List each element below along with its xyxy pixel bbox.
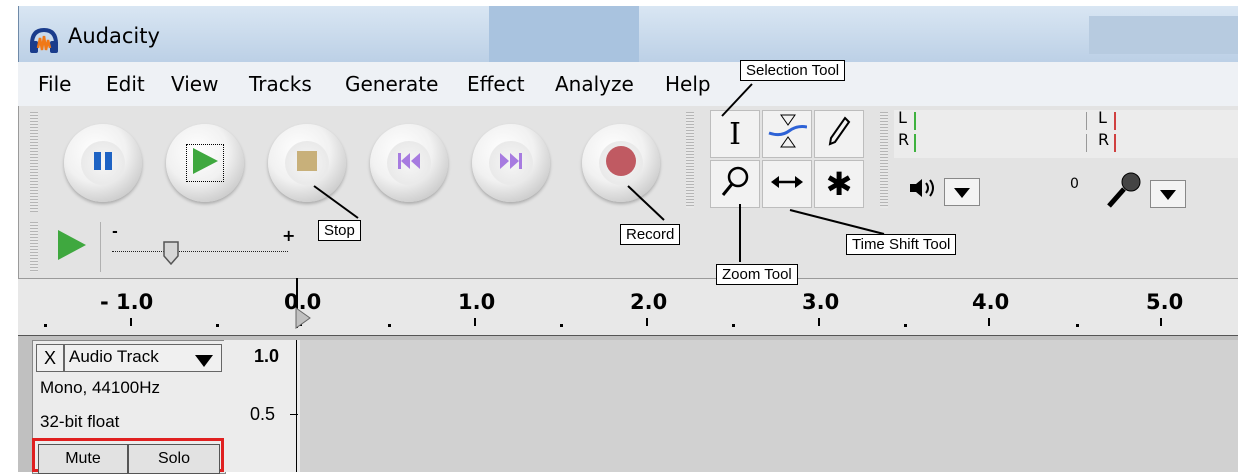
record-meter-left-label: L [1098, 108, 1107, 127]
skip-end-icon [499, 151, 523, 175]
chevron-down-icon [954, 183, 970, 202]
mute-button[interactable]: Mute [38, 444, 128, 474]
envelope-tool-icon [767, 111, 808, 158]
pause-icon [92, 150, 114, 176]
skip-to-end-button[interactable] [472, 124, 550, 202]
close-icon: X [43, 347, 56, 368]
pause-button[interactable] [64, 124, 142, 202]
playback-meter-right-label: R [898, 130, 910, 149]
callout-zoom-tool: Zoom Tool [716, 264, 798, 285]
tools-grip[interactable] [686, 112, 694, 208]
ruler-label: 3.0 [802, 290, 840, 314]
menu-tracks[interactable]: Tracks [249, 72, 312, 96]
multi-tool-button[interactable]: ✱ [814, 160, 864, 208]
menu-help[interactable]: Help [665, 72, 711, 96]
meter-zero-label: 0 [1070, 176, 1079, 192]
speed-slider-track [100, 222, 301, 272]
time-shift-tool-icon [770, 169, 804, 199]
ruler-label: - 1.0 [100, 290, 154, 314]
zoom-tool-icon [720, 165, 750, 204]
solo-label: Solo [157, 450, 191, 467]
meter-grip[interactable] [880, 112, 888, 208]
mute-label: Mute [65, 450, 101, 467]
stop-button[interactable] [268, 124, 346, 202]
microphone-icon [1104, 170, 1142, 214]
track-bitdepth: 32-bit float [40, 412, 120, 431]
record-icon [605, 145, 637, 181]
output-device-dropdown[interactable] [944, 178, 980, 206]
callout-record: Record [620, 224, 681, 245]
menu-effect[interactable]: Effect [467, 72, 525, 96]
transport-grip[interactable] [30, 112, 38, 212]
speed-plus-label: + [282, 226, 296, 245]
menu-edit[interactable]: Edit [106, 72, 145, 96]
speed-slider-thumb[interactable] [162, 240, 180, 270]
skip-start-icon [397, 151, 421, 175]
play-icon [190, 146, 220, 180]
playback-meter-left-label: L [898, 108, 907, 127]
callout-time-shift-tool: Time Shift Tool [846, 234, 957, 255]
menu-view[interactable]: View [171, 72, 218, 96]
speaker-icon [908, 176, 938, 204]
skip-to-start-button[interactable] [370, 124, 448, 202]
audacity-logo-icon [28, 26, 60, 58]
callout-selection-tool: Selection Tool [740, 60, 846, 81]
menu-file[interactable]: File [38, 72, 71, 96]
menu-generate[interactable]: Generate [345, 72, 438, 96]
record-button[interactable] [582, 124, 660, 202]
close-track-button[interactable]: X [36, 344, 64, 372]
draw-tool-button[interactable] [814, 110, 864, 158]
scale-axis-line [296, 340, 297, 472]
track-name-menu[interactable]: Audio Track [64, 344, 222, 372]
play-button[interactable] [166, 124, 244, 202]
track-format: Mono, 44100Hz [40, 378, 161, 397]
playback-meter-left [914, 112, 1087, 130]
speed-slider-line [112, 251, 288, 252]
play-at-speed-grip[interactable] [30, 222, 38, 272]
callout-stop: Stop [318, 220, 361, 241]
ruler-label: 1.0 [458, 290, 496, 314]
chevron-down-icon [195, 352, 213, 371]
time-shift-tool-button[interactable] [762, 160, 812, 208]
record-meter-left [1114, 112, 1238, 130]
zoom-tool-button[interactable] [710, 160, 760, 208]
chevron-down-icon [1160, 185, 1176, 204]
envelope-tool-button[interactable] [762, 110, 812, 158]
scale-mid-label: 0.5 [250, 404, 276, 424]
record-meter-right [1114, 134, 1238, 152]
record-meter-right-label: R [1098, 130, 1110, 149]
selection-tool-button[interactable]: I [710, 110, 760, 158]
title-bar [18, 6, 1238, 62]
timeline-ruler[interactable] [18, 278, 1238, 337]
ruler-label: 2.0 [630, 290, 668, 314]
draw-tool-icon [827, 115, 851, 153]
selection-tool-icon: I [729, 116, 741, 152]
track-name: Audio Track [69, 347, 159, 366]
speed-minus-label: - [112, 224, 118, 240]
playback-meter-right [914, 134, 1087, 152]
window-title: Audacity [68, 24, 160, 48]
input-device-dropdown[interactable] [1150, 180, 1186, 208]
solo-button[interactable]: Solo [128, 444, 220, 474]
scale-top-label: 1.0 [254, 346, 280, 366]
menu-analyze[interactable]: Analyze [555, 72, 634, 96]
ruler-label: 4.0 [972, 290, 1010, 314]
multi-tool-icon: ✱ [825, 165, 853, 203]
waveform-area[interactable] [300, 340, 1238, 472]
playhead-marker-icon[interactable] [294, 306, 312, 334]
play-at-speed-icon[interactable] [56, 228, 88, 266]
ruler-label: 5.0 [1146, 290, 1184, 314]
stop-icon [296, 150, 318, 176]
